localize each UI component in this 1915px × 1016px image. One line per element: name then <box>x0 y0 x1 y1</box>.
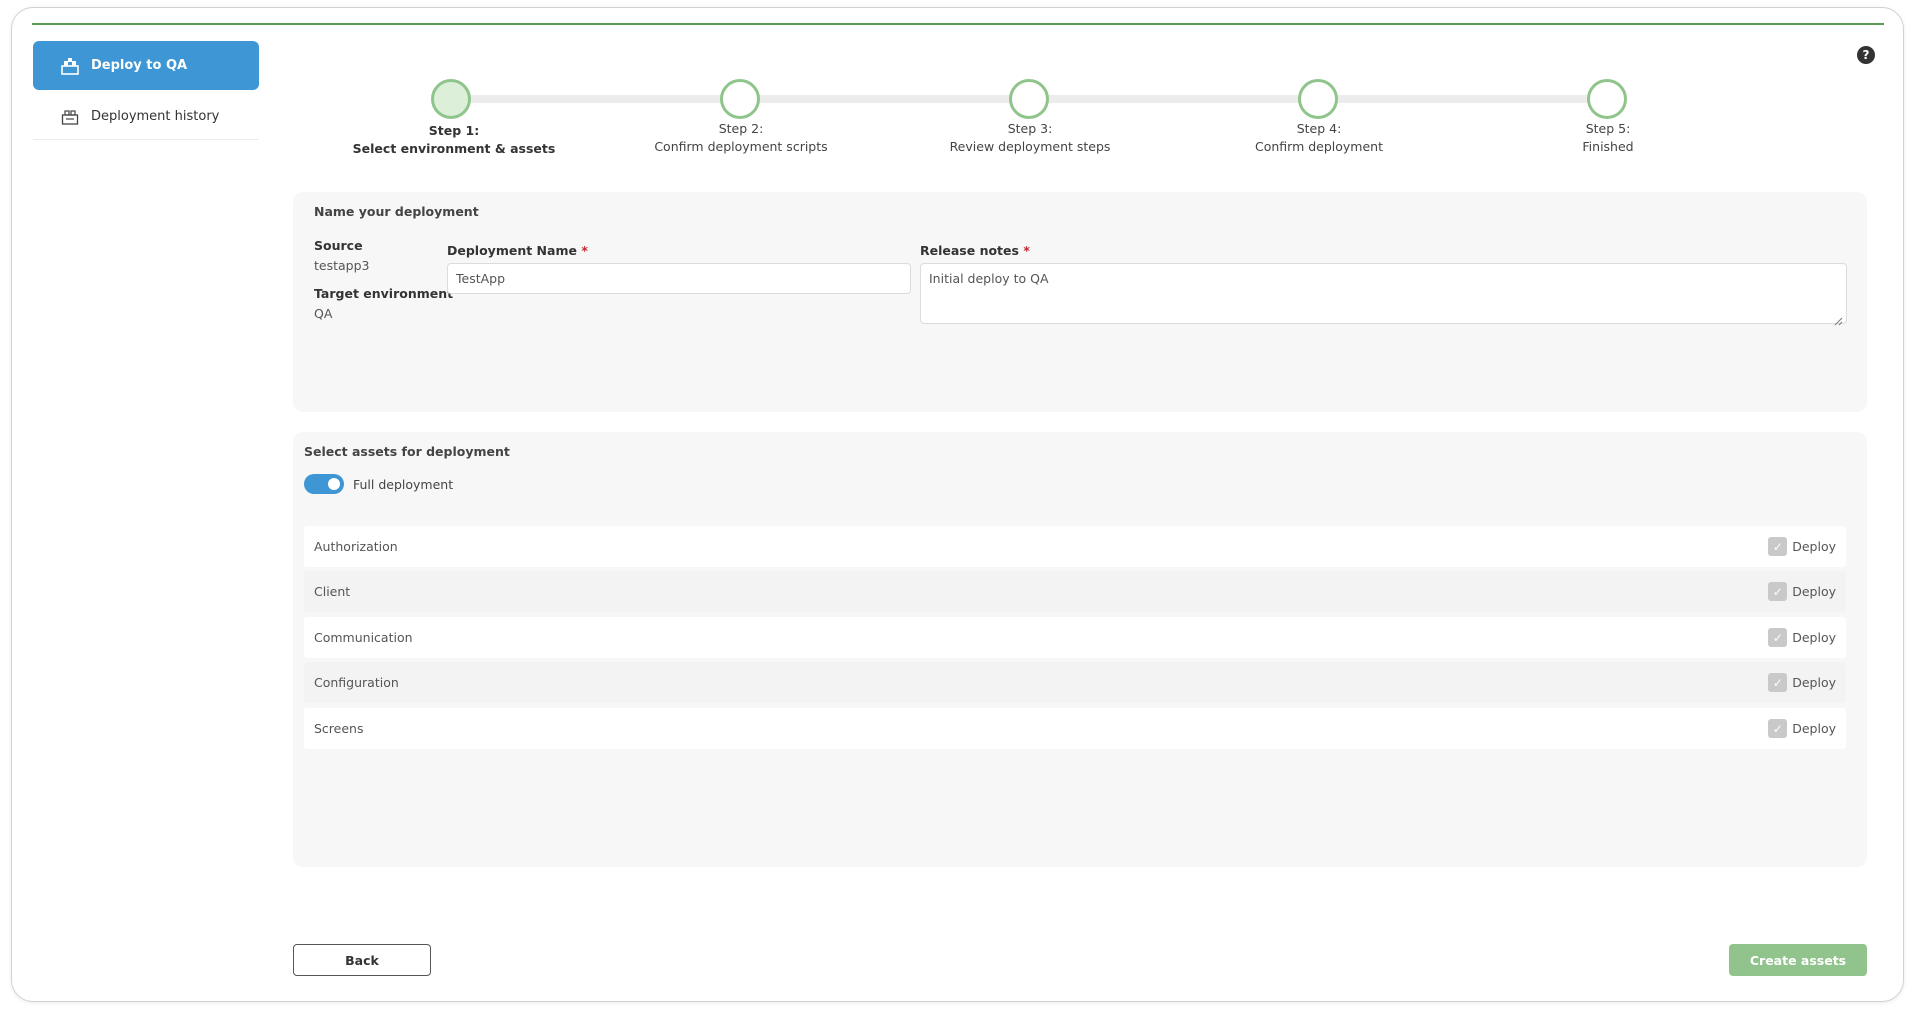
history-icon <box>61 108 79 126</box>
release-notes-textarea[interactable]: Initial deploy to QA <box>920 263 1847 324</box>
step-1-circle <box>431 79 471 119</box>
step-title: Confirm deployment scripts <box>654 139 828 154</box>
step-5-circle <box>1587 79 1627 119</box>
step-title: Select environment & assets <box>352 141 556 156</box>
check-icon: ✓ <box>1768 628 1788 647</box>
step-4-circle <box>1298 79 1338 119</box>
deploy-label: Deploy <box>1792 539 1836 554</box>
asset-row-screens: Screens ✓ Deploy <box>304 708 1846 749</box>
deploy-checkbox[interactable]: ✓ Deploy <box>1768 719 1836 738</box>
deployment-name-label-text: Deployment Name <box>447 243 577 258</box>
asset-name: Screens <box>314 721 364 736</box>
deploy-label: Deploy <box>1792 675 1836 690</box>
deploy-label: Deploy <box>1792 584 1836 599</box>
step-3-label: Step 3: Review deployment steps <box>910 120 1150 156</box>
check-icon: ✓ <box>1768 719 1788 738</box>
sidebar-item-label: Deploy to QA <box>91 58 188 73</box>
step-4-label: Step 4: Confirm deployment <box>1199 120 1439 156</box>
check-icon: ✓ <box>1768 537 1788 556</box>
deploy-label: Deploy <box>1792 630 1836 645</box>
target-environment-value: QA <box>314 306 333 321</box>
check-icon: ✓ <box>1768 673 1788 692</box>
sidebar-item-deploy-to-qa[interactable]: Deploy to QA <box>33 41 259 90</box>
source-label: Source <box>314 238 363 253</box>
back-button[interactable]: Back <box>293 944 431 976</box>
step-number: Step 2: <box>718 121 764 136</box>
target-environment-label: Target environment <box>314 286 454 301</box>
required-marker: * <box>1023 243 1030 258</box>
full-deployment-label: Full deployment <box>353 477 454 492</box>
deployment-name-input[interactable] <box>447 263 911 294</box>
release-notes-label-text: Release notes <box>920 243 1019 258</box>
name-panel-title: Name your deployment <box>314 204 479 219</box>
deployment-name-label: Deployment Name * <box>447 243 588 258</box>
help-icon[interactable]: ? <box>1857 46 1875 64</box>
check-icon: ✓ <box>1768 582 1788 601</box>
step-number: Step 5: <box>1585 121 1631 136</box>
resize-handle-icon[interactable] <box>1833 311 1843 326</box>
deploy-checkbox[interactable]: ✓ Deploy <box>1768 673 1836 692</box>
source-value: testapp3 <box>314 258 370 273</box>
step-2-label: Step 2: Confirm deployment scripts <box>621 120 861 156</box>
asset-row-authorization: Authorization ✓ Deploy <box>304 526 1846 567</box>
asset-name: Authorization <box>314 539 398 554</box>
deploy-checkbox[interactable]: ✓ Deploy <box>1768 582 1836 601</box>
step-number: Step 3: <box>1007 121 1053 136</box>
sidebar-item-label: Deployment history <box>91 109 220 124</box>
deploy-checkbox[interactable]: ✓ Deploy <box>1768 628 1836 647</box>
full-deployment-toggle[interactable] <box>304 474 344 494</box>
deploy-icon <box>61 57 79 75</box>
deploy-checkbox[interactable]: ✓ Deploy <box>1768 537 1836 556</box>
step-number: Step 1: <box>428 123 480 138</box>
create-assets-button[interactable]: Create assets <box>1729 944 1867 976</box>
asset-name: Client <box>314 584 351 599</box>
step-1-label: Step 1: Select environment & assets <box>334 122 574 158</box>
asset-row-client: Client ✓ Deploy <box>304 571 1846 612</box>
deploy-label: Deploy <box>1792 721 1836 736</box>
required-marker: * <box>581 243 588 258</box>
step-2-circle <box>720 79 760 119</box>
step-5-label: Step 5: Finished <box>1488 120 1728 156</box>
asset-name: Configuration <box>314 675 399 690</box>
sidebar-item-deployment-history[interactable]: Deployment history <box>33 94 259 140</box>
top-progress-line <box>32 23 1884 25</box>
step-title: Confirm deployment <box>1254 139 1383 154</box>
step-title: Finished <box>1582 139 1634 154</box>
asset-name: Communication <box>314 630 413 645</box>
step-title: Review deployment steps <box>949 139 1111 154</box>
asset-row-communication: Communication ✓ Deploy <box>304 617 1846 658</box>
step-3-circle <box>1009 79 1049 119</box>
assets-panel-title: Select assets for deployment <box>304 444 510 459</box>
toggle-knob <box>328 478 340 490</box>
release-notes-label: Release notes * <box>920 243 1030 258</box>
asset-row-configuration: Configuration ✓ Deploy <box>304 662 1846 703</box>
step-number: Step 4: <box>1296 121 1342 136</box>
